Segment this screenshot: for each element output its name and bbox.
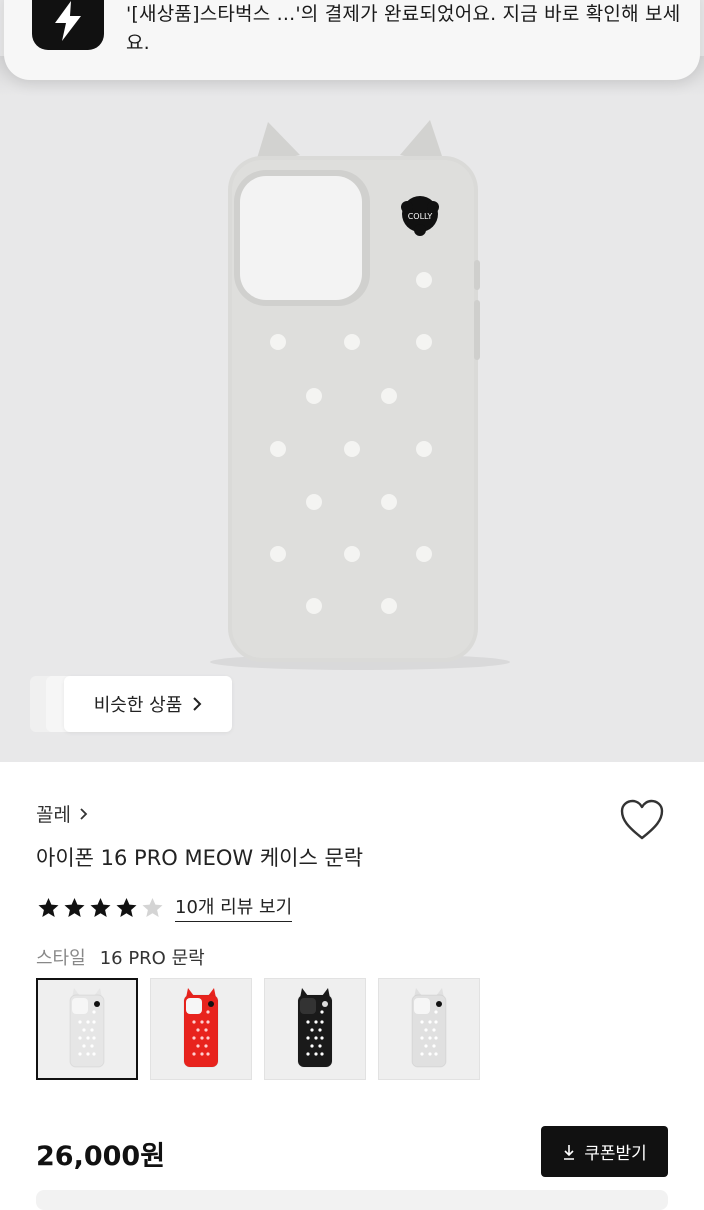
coupon-button[interactable]: 쿠폰받기 (541, 1126, 668, 1177)
download-icon (564, 1144, 575, 1160)
style-label: 스타일 (36, 948, 86, 969)
similar-products-button[interactable]: 비슷한 상품 (64, 676, 232, 732)
rating-row: 10개 리뷰 보기 (36, 893, 293, 922)
phone-case-image: COLLY (210, 120, 510, 670)
charm-text: COLLY (408, 212, 433, 221)
style-thumbnail[interactable] (150, 978, 252, 1080)
style-value: 16 PRO 문락 (99, 948, 205, 969)
price: 26,000원 (36, 1141, 166, 1172)
star-filled-icon (64, 897, 85, 917)
product-title: 아이폰 16 PRO MEOW 케이스 문락 (36, 846, 364, 870)
chevron-right-icon (193, 697, 202, 711)
chevron-right-icon (80, 807, 88, 820)
star-rating (36, 896, 165, 920)
style-row: 스타일 16 PRO 문락 (36, 944, 205, 970)
heart-icon[interactable] (618, 798, 666, 842)
style-thumbnail[interactable] (378, 978, 480, 1080)
case-thumbnail-icon (69, 988, 105, 1068)
coupon-label: 쿠폰받기 (584, 1144, 647, 1164)
similar-products-label: 비슷한 상품 (93, 695, 183, 716)
notification-message: '[새상품]스타벅스 ...'의 결제가 완료되었어요. 지금 바로 확인해 보… (126, 3, 681, 54)
brand-link[interactable]: 꼴레 (36, 800, 89, 827)
case-thumbnail-icon (183, 988, 219, 1068)
star-empty-icon (142, 897, 163, 917)
star-filled-icon (116, 897, 137, 917)
case-thumbnail-icon (411, 988, 447, 1068)
case-thumbnail-icon (297, 988, 333, 1068)
bottom-bar (36, 1190, 668, 1210)
brand-name: 꼴레 (36, 804, 71, 826)
star-filled-icon (90, 897, 111, 917)
style-thumbnail[interactable] (36, 978, 138, 1080)
star-filled-icon (38, 897, 59, 917)
style-thumbnail[interactable] (264, 978, 366, 1080)
review-link[interactable]: 10개 리뷰 보기 (175, 893, 293, 922)
notification-banner[interactable]: '[새상품]스타벅스 ...'의 결제가 완료되었어요. 지금 바로 확인해 보… (4, 0, 700, 80)
product-hero-image: COLLY 비슷한 상품 (0, 0, 704, 762)
lightning-bolt-icon (32, 0, 104, 50)
style-thumbnails (36, 978, 480, 1080)
